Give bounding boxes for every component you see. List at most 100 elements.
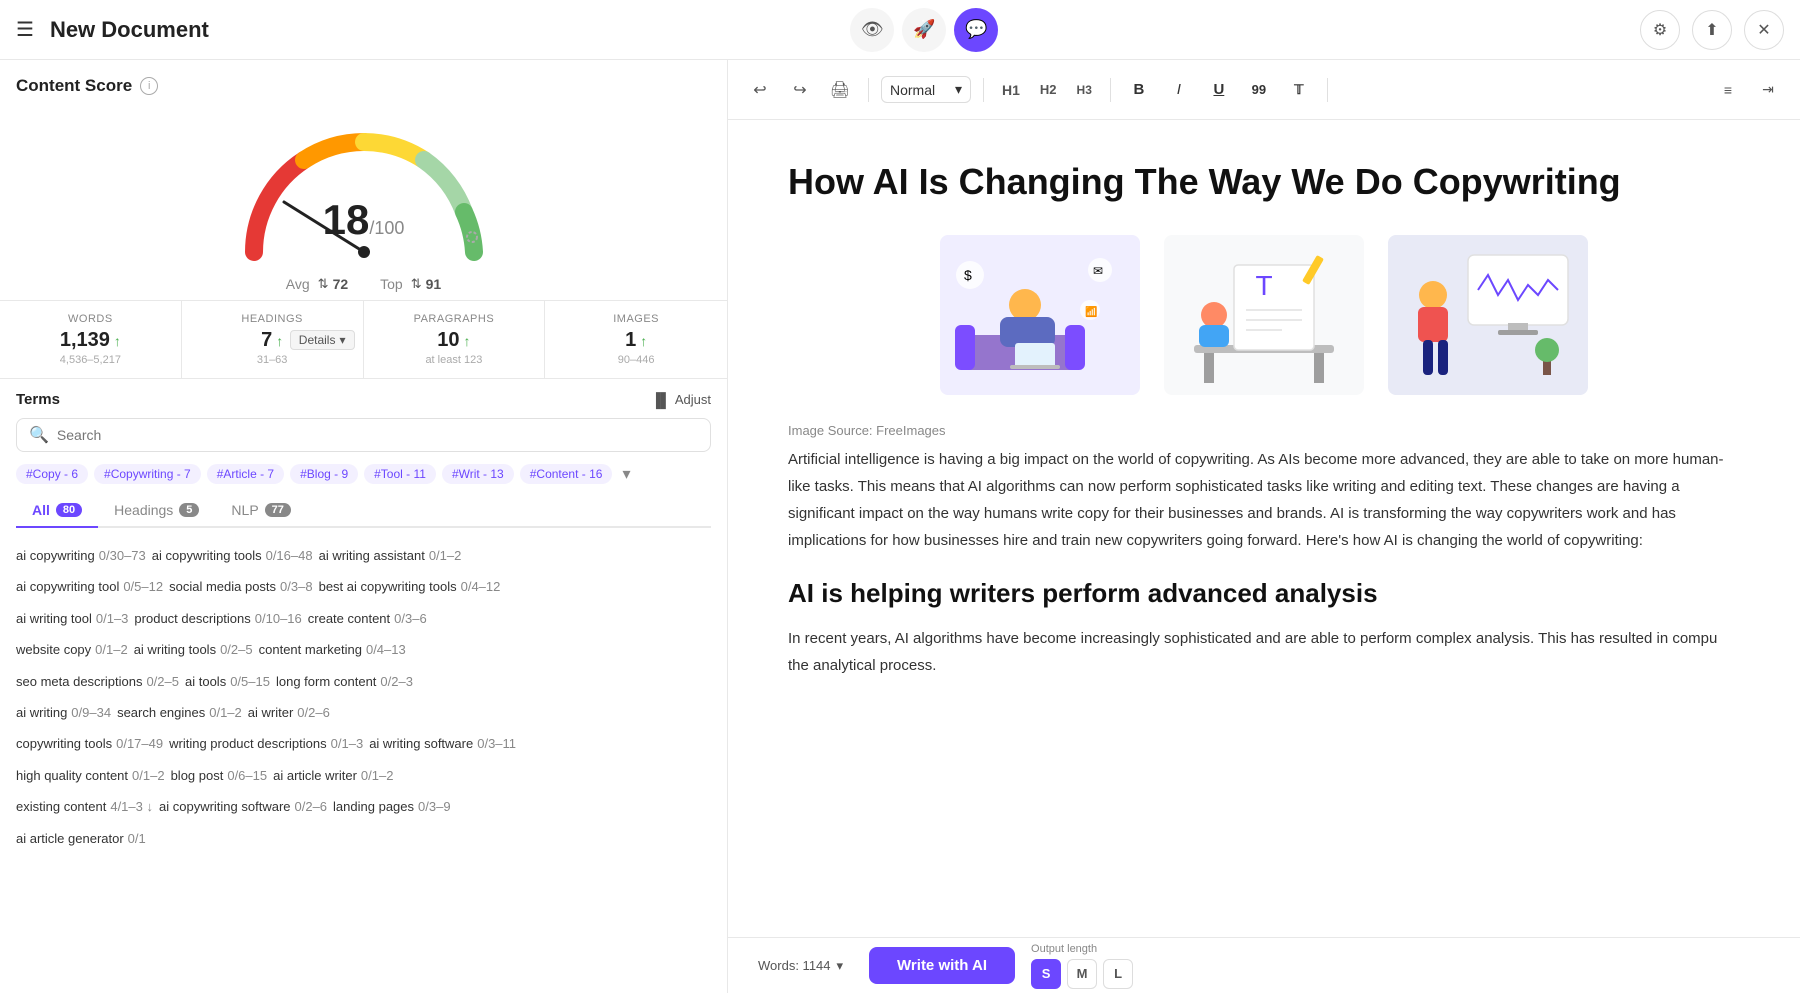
tab-label: Headings (114, 502, 173, 518)
list-item[interactable]: ai tools 0/5–15 (185, 670, 270, 693)
list-item[interactable]: ai writing software 0/3–11 (369, 732, 516, 755)
list-item[interactable]: ai copywriting software 0/2–6 (159, 795, 327, 818)
list-item[interactable]: content marketing 0/4–13 (259, 638, 406, 661)
write-ai-button[interactable]: Write with AI (869, 947, 1015, 984)
print-button[interactable]: 🖨 (824, 74, 856, 106)
size-l-button[interactable]: L (1103, 959, 1133, 989)
list-item[interactable]: website copy 0/1–2 (16, 638, 128, 661)
list-item[interactable]: ai article writer 0/1–2 (273, 764, 393, 787)
tag-item[interactable]: #Content - 16 (520, 464, 613, 484)
list-item[interactable]: ai writing tools 0/2–5 (134, 638, 253, 661)
list-item[interactable]: ai writer 0/2–6 (248, 701, 330, 724)
collapse-button[interactable]: ⇥ (1752, 74, 1784, 106)
term-count: 0/2–5 (146, 670, 179, 693)
underline-button[interactable]: U (1203, 74, 1235, 106)
list-item[interactable]: copywriting tools 0/17–49 (16, 732, 163, 755)
svg-text:✉: ✉ (1093, 264, 1103, 278)
term-name: writing product descriptions (169, 732, 327, 755)
size-s-button[interactable]: S (1031, 959, 1061, 989)
redo-button[interactable]: ↪ (784, 74, 816, 106)
quote-button[interactable]: 99 (1243, 74, 1275, 106)
format-select[interactable]: Normal ▾ (881, 76, 971, 103)
tab-nlp[interactable]: NLP77 (215, 494, 306, 528)
term-count: 0/2–6 (295, 795, 328, 818)
list-item[interactable]: ai copywriting tool 0/5–12 (16, 575, 163, 598)
svg-text:📶: 📶 (1085, 305, 1097, 318)
h2-button[interactable]: H2 (1034, 78, 1063, 101)
size-m-button[interactable]: M (1067, 959, 1097, 989)
chat-button[interactable]: 💬 (954, 8, 998, 52)
info-icon[interactable]: i (140, 77, 158, 95)
tag-item[interactable]: #Writ - 13 (442, 464, 514, 484)
list-item[interactable]: existing content 4/1–3 ↓ (16, 795, 153, 818)
list-item[interactable]: blog post 0/6–15 (171, 764, 268, 787)
list-item[interactable]: ai copywriting 0/30–73 (16, 544, 146, 567)
tag-item[interactable]: #Article - 7 (207, 464, 284, 484)
gauge-score: 18/100 (323, 196, 405, 244)
bold-button[interactable]: B (1123, 74, 1155, 106)
tab-headings[interactable]: Headings5 (98, 494, 215, 528)
term-name: ai writing tool (16, 607, 92, 630)
term-name: product descriptions (134, 607, 250, 630)
align-button[interactable]: ≡ (1712, 74, 1744, 106)
list-item[interactable]: best ai copywriting tools 0/4–12 (319, 575, 501, 598)
list-item[interactable]: ai copywriting tools 0/16–48 (152, 544, 313, 567)
gauge-svg: 18/100 (224, 112, 504, 272)
list-item[interactable]: search engines 0/1–2 (117, 701, 242, 724)
separator-3 (1110, 78, 1111, 102)
term-count: 0/2–3 (380, 670, 413, 693)
tag-item[interactable]: #Copywriting - 7 (94, 464, 201, 484)
tab-all[interactable]: All80 (16, 494, 98, 528)
rocket-button[interactable]: 🚀 (902, 8, 946, 52)
word-count-button[interactable]: Words: 1144 ▾ (748, 952, 853, 980)
list-item[interactable]: product descriptions 0/10–16 (134, 607, 301, 630)
h1-button[interactable]: H1 (996, 78, 1026, 102)
search-input[interactable] (57, 427, 698, 443)
images-range: 90–446 (561, 354, 711, 366)
term-count: 0/4–13 (366, 638, 406, 661)
list-item[interactable]: ai writing tool 0/1–3 (16, 607, 128, 630)
content-score-title: Content Score (16, 76, 132, 96)
menu-icon[interactable]: ☰ (16, 17, 34, 42)
editor-area[interactable]: How AI Is Changing The Way We Do Copywri… (728, 120, 1800, 937)
list-item[interactable]: social media posts 0/3–8 (169, 575, 313, 598)
settings-button[interactable]: ⚙ (1640, 10, 1680, 50)
term-count: 0/3–6 (394, 607, 427, 630)
details-button[interactable]: Details ▾ (290, 330, 355, 350)
view-button[interactable]: 👁 (850, 8, 894, 52)
tabs-row: All80Headings5NLP77 (16, 494, 711, 528)
special-button[interactable]: 𝕋 (1283, 74, 1315, 106)
term-name: blog post (171, 764, 224, 787)
list-item[interactable]: landing pages 0/3–9 (333, 795, 451, 818)
paragraphs-arrow: ↑ (464, 333, 471, 349)
list-item[interactable]: create content 0/3–6 (308, 607, 427, 630)
adjust-button[interactable]: ▐▌ Adjust (651, 392, 711, 408)
term-name: website copy (16, 638, 91, 661)
tag-item[interactable]: #Blog - 9 (290, 464, 358, 484)
stat-paragraphs: PARAGRAPHS 10 ↑ at least 123 (364, 301, 546, 378)
h3-button[interactable]: H3 (1071, 79, 1098, 101)
term-name: ai article writer (273, 764, 357, 787)
term-name: create content (308, 607, 390, 630)
close-button[interactable]: ✕ (1744, 10, 1784, 50)
list-item[interactable]: seo meta descriptions 0/2–5 (16, 670, 179, 693)
export-button[interactable]: ⬆ (1692, 10, 1732, 50)
tag-item[interactable]: #Tool - 11 (364, 464, 436, 484)
words-value: 1,139 ↑ (16, 329, 165, 352)
list-item[interactable]: high quality content 0/1–2 (16, 764, 165, 787)
list-item[interactable]: ai writing 0/9–34 (16, 701, 111, 724)
list-item[interactable]: writing product descriptions 0/1–3 (169, 732, 363, 755)
list-item[interactable]: ai writing assistant 0/1–2 (319, 544, 462, 567)
terms-title: Terms (16, 391, 60, 408)
undo-button[interactable]: ↩ (744, 74, 776, 106)
term-count: 0/17–49 (116, 732, 163, 755)
tag-item[interactable]: #Copy - 6 (16, 464, 88, 484)
tags-row: #Copy - 6 #Copywriting - 7 #Article - 7 #Bl… (16, 464, 711, 484)
main-layout: Content Score i (0, 60, 1800, 993)
italic-button[interactable]: I (1163, 74, 1195, 106)
list-item[interactable]: ai article generator 0/1 (16, 827, 146, 850)
term-count: 0/1–3 (331, 732, 364, 755)
tags-expand[interactable]: ▾ (622, 464, 630, 484)
term-name: best ai copywriting tools (319, 575, 457, 598)
list-item[interactable]: long form content 0/2–3 (276, 670, 413, 693)
